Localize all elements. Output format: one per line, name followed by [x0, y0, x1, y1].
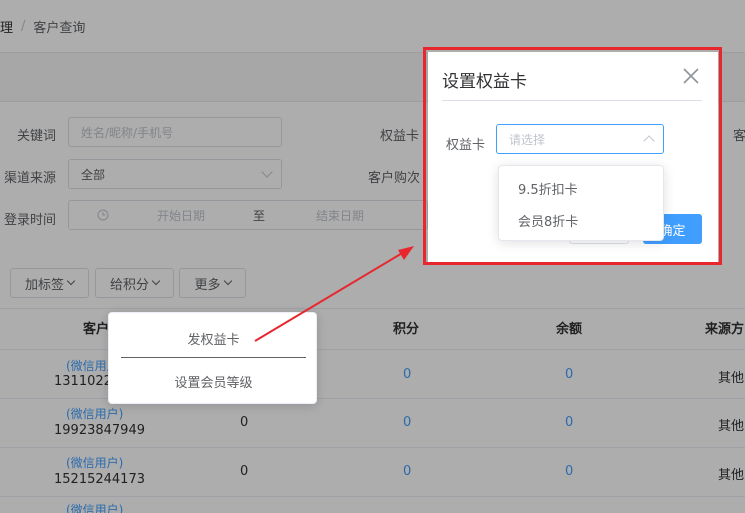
- highlight-box: [423, 47, 722, 265]
